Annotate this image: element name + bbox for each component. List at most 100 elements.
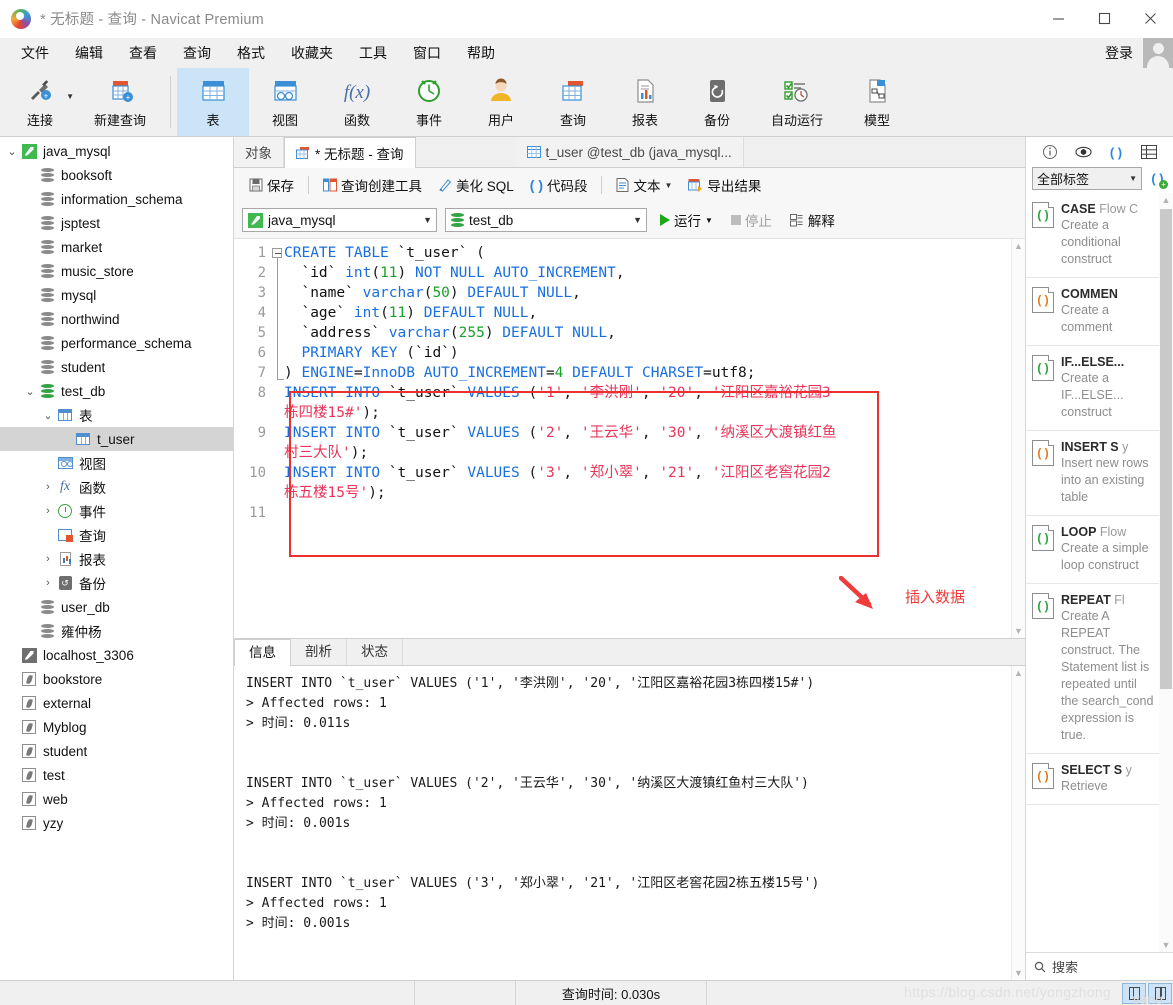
- menu-query[interactable]: 查询: [170, 39, 224, 67]
- snippet-scrollbar[interactable]: ▲ ▼: [1159, 193, 1173, 952]
- sql-editor[interactable]: 1 2 3 4 5 6 7 8 9 10 11 CREATE TABLE `t_user` ( `i…: [234, 238, 1025, 638]
- tab-untitled-query[interactable]: * 无标题 - 查询: [284, 137, 416, 168]
- export-result-button[interactable]: 导出结果: [681, 172, 768, 198]
- tree-item-jsptest[interactable]: jsptest: [0, 211, 233, 235]
- add-snippet-icon[interactable]: ( ) +: [1148, 169, 1168, 189]
- save-button[interactable]: 保存: [242, 172, 301, 198]
- snippet-search[interactable]: 搜索: [1026, 952, 1173, 980]
- ribbon-event-button[interactable]: 事件: [393, 68, 465, 136]
- editor-scrollbar[interactable]: ▲ ▼: [1011, 239, 1025, 638]
- snippet-list[interactable]: ( ) CASE Flow C Create a conditional const…: [1026, 193, 1173, 952]
- text-mode-button[interactable]: 文本 ▼: [609, 172, 679, 198]
- tree-item-[interactable]: ⌄ 表: [0, 403, 233, 427]
- snippet-item[interactable]: ( ) IF...ELSE... Create a IF...ELSE... con…: [1026, 346, 1159, 431]
- snippet-item[interactable]: ( ) CASE Flow C Create a conditional const…: [1026, 193, 1159, 278]
- menu-view[interactable]: 查看: [116, 39, 170, 67]
- ribbon-function-button[interactable]: f(x) 函数: [321, 68, 393, 136]
- chevron-down-icon[interactable]: ▼: [66, 92, 74, 101]
- snippet-item[interactable]: ( ) INSERT S y Insert new rows into an exi…: [1026, 431, 1159, 516]
- snippet-label-select[interactable]: 全部标签 ▼: [1032, 166, 1142, 190]
- tree-scroll[interactable]: ⌄ java_mysql booksoft information_schema jsp…: [0, 137, 233, 980]
- chevron-right-icon[interactable]: ›: [40, 553, 56, 565]
- snippet-item[interactable]: ( ) REPEAT Fl Create A REPEAT construct. T…: [1026, 584, 1159, 754]
- run-button[interactable]: 运行 ▼: [655, 207, 718, 233]
- tree-item-[interactable]: › 报表: [0, 547, 233, 571]
- tree-item-java_mysql[interactable]: ⌄ java_mysql: [0, 139, 233, 163]
- chevron-down-icon[interactable]: ▼: [705, 216, 713, 225]
- minimize-button[interactable]: [1035, 0, 1081, 38]
- fold-column[interactable]: [270, 239, 284, 638]
- connection-select[interactable]: java_mysql ▼: [242, 208, 437, 232]
- ribbon-connection-button[interactable]: + 连接 ▼: [4, 68, 76, 136]
- menu-tools[interactable]: 工具: [346, 39, 400, 67]
- tree-item-booksoft[interactable]: booksoft: [0, 163, 233, 187]
- result-tab-信息[interactable]: 信息: [234, 639, 291, 666]
- tree-item-bookstore[interactable]: bookstore: [0, 667, 233, 691]
- query-builder-button[interactable]: 查询创建工具: [316, 172, 429, 198]
- chevron-down-icon[interactable]: ⌄: [22, 385, 38, 398]
- tree-item-yzy[interactable]: yzy: [0, 811, 233, 835]
- scroll-down-icon[interactable]: ▼: [1014, 968, 1023, 978]
- menu-window[interactable]: 窗口: [400, 39, 454, 67]
- tree-item-information_schema[interactable]: information_schema: [0, 187, 233, 211]
- menu-file[interactable]: 文件: [8, 39, 62, 67]
- tree-item-performance_schema[interactable]: performance_schema: [0, 331, 233, 355]
- ribbon-model-button[interactable]: 模型: [841, 68, 913, 136]
- tree-item-t_user[interactable]: t_user: [0, 427, 233, 451]
- connection-tree-pane[interactable]: ⌄ java_mysql booksoft information_schema jsp…: [0, 137, 234, 980]
- tree-item-web[interactable]: web: [0, 787, 233, 811]
- tree-item-user_db[interactable]: user_db: [0, 595, 233, 619]
- ribbon-new-query-button[interactable]: + 新建查询: [76, 68, 164, 136]
- chevron-down-icon[interactable]: ▼: [1129, 174, 1137, 183]
- result-scrollbar[interactable]: ▲ ▼: [1011, 666, 1025, 980]
- fold-toggle-icon[interactable]: [272, 248, 282, 258]
- ribbon-query-button[interactable]: 查询: [537, 68, 609, 136]
- close-button[interactable]: [1127, 0, 1173, 38]
- scroll-down-icon[interactable]: ▼: [1014, 626, 1023, 636]
- eye-icon[interactable]: [1074, 144, 1092, 161]
- scroll-up-icon[interactable]: ▲: [1014, 241, 1023, 251]
- tree-item-market[interactable]: market: [0, 235, 233, 259]
- chevron-down-icon[interactable]: ▼: [627, 215, 642, 225]
- snippet-item[interactable]: ( ) SELECT S y Retrieve: [1026, 754, 1159, 805]
- tree-item-[interactable]: 视图: [0, 451, 233, 475]
- chevron-down-icon[interactable]: ⌄: [4, 145, 20, 158]
- chevron-right-icon[interactable]: ›: [40, 505, 56, 517]
- snippet-button[interactable]: ( ) 代码段: [523, 172, 595, 198]
- tree-item-[interactable]: › fx 函数: [0, 475, 233, 499]
- grid-icon[interactable]: [1141, 144, 1158, 161]
- chevron-down-icon[interactable]: ▼: [417, 215, 432, 225]
- info-icon[interactable]: [1042, 144, 1059, 161]
- ribbon-view-button[interactable]: 视图: [249, 68, 321, 136]
- chevron-down-icon[interactable]: ⌄: [40, 409, 56, 422]
- menu-favorites[interactable]: 收藏夹: [278, 39, 346, 67]
- login-link[interactable]: 登录: [1105, 43, 1143, 63]
- tree-item-northwind[interactable]: northwind: [0, 307, 233, 331]
- tree-item-[interactable]: › 事件: [0, 499, 233, 523]
- beautify-sql-button[interactable]: 美化 SQL: [431, 172, 521, 198]
- tree-item-[interactable]: 雍仲杨: [0, 619, 233, 643]
- ribbon-automation-button[interactable]: 自动运行: [753, 68, 841, 136]
- menu-format[interactable]: 格式: [224, 39, 278, 67]
- scroll-up-icon[interactable]: ▲: [1162, 195, 1171, 205]
- tree-item-external[interactable]: external: [0, 691, 233, 715]
- tree-item-localhost_3306[interactable]: localhost_3306: [0, 643, 233, 667]
- ribbon-backup-button[interactable]: 备份: [681, 68, 753, 136]
- snippet-items[interactable]: ( ) CASE Flow C Create a conditional const…: [1026, 193, 1159, 952]
- snippet-item[interactable]: ( ) LOOP Flow Create a simple loop constru…: [1026, 516, 1159, 584]
- stop-button[interactable]: 停止: [726, 207, 777, 233]
- ribbon-table-button[interactable]: 表: [177, 68, 249, 136]
- tab-objects[interactable]: 对象: [234, 137, 284, 167]
- chevron-right-icon[interactable]: ›: [40, 577, 56, 589]
- scroll-up-icon[interactable]: ▲: [1014, 668, 1023, 678]
- ribbon-user-button[interactable]: 用户: [465, 68, 537, 136]
- menu-edit[interactable]: 编辑: [62, 39, 116, 67]
- tree-item-[interactable]: › ↺ 备份: [0, 571, 233, 595]
- tree-item-student[interactable]: student: [0, 739, 233, 763]
- tab-t-user-table[interactable]: t_user @test_db (java_mysql...: [515, 137, 744, 167]
- scroll-down-icon[interactable]: ▼: [1162, 940, 1171, 950]
- code-paren-icon[interactable]: ( ): [1108, 144, 1125, 161]
- tree-item-[interactable]: 查询: [0, 523, 233, 547]
- explain-button[interactable]: 解释: [785, 207, 840, 233]
- result-tab-剖析[interactable]: 剖析: [291, 639, 347, 665]
